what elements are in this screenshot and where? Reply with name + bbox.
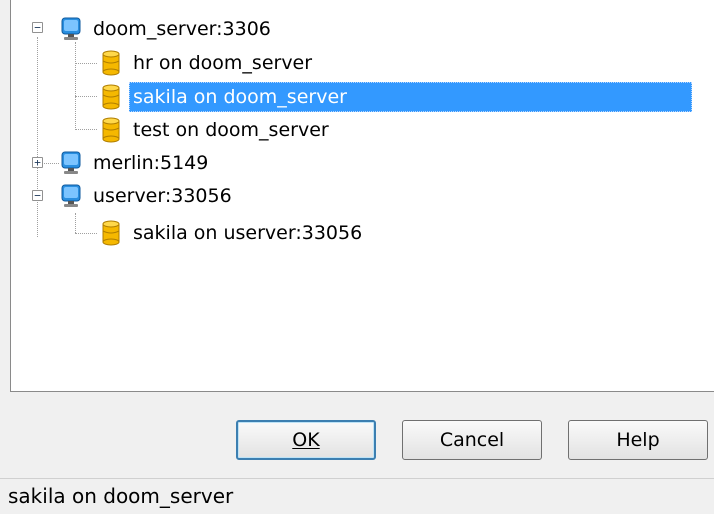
database-cylinder-icon [102,117,120,143]
server-monitor-icon [61,184,81,207]
tree-node-label: merlin:5149 [93,152,209,174]
tree-node-label: hr on doom_server [133,52,313,74]
tree-guide-line [75,42,76,128]
tree-node-test[interactable]: test on doom_server [97,113,333,147]
ok-button[interactable]: OK [236,420,376,460]
tree-node-label: sakila on doom_server [129,82,692,112]
database-cylinder-icon [102,220,120,246]
tree-node-sakila-userver[interactable]: sakila on userver:33056 [97,216,366,250]
tree-guide-line [75,63,97,64]
tree-guide-line [75,129,97,130]
tree-node-label: userver:33056 [93,185,232,207]
tree-guide-line [37,37,38,237]
tree-node-doom-server[interactable]: doom_server:3306 [57,12,275,46]
help-button[interactable]: Help [568,420,708,460]
status-bar: sakila on doom_server [0,478,714,514]
help-button-label: Help [616,429,660,451]
tree-guide-line [75,96,97,97]
tree-node-merlin[interactable]: merlin:5149 [57,146,212,180]
database-cylinder-icon [102,84,120,110]
cancel-button-label: Cancel [439,429,505,451]
tree-guide-line [75,213,76,233]
server-monitor-icon [61,151,81,174]
status-bar-text: sakila on doom_server [8,484,234,508]
tree-node-label: test on doom_server [133,119,329,141]
connection-tree[interactable]: − + − doom_server:3306 hr on doom_server… [10,0,714,392]
tree-node-label: sakila on userver:33056 [133,222,363,244]
expand-toggle-merlin[interactable]: + [32,157,43,168]
database-cylinder-icon [102,50,120,76]
tree-node-hr[interactable]: hr on doom_server [97,46,316,80]
collapse-toggle-doom-server[interactable]: − [32,22,43,33]
cancel-button[interactable]: Cancel [402,420,542,460]
collapse-toggle-userver[interactable]: − [32,190,43,201]
tree-node-label: doom_server:3306 [93,18,271,40]
tree-node-sakila-doom[interactable]: sakila on doom_server [97,80,692,114]
tree-guide-line [75,233,97,234]
ok-button-label: OK [292,429,320,451]
tree-node-userver[interactable]: userver:33056 [57,179,236,213]
server-monitor-icon [61,17,81,40]
